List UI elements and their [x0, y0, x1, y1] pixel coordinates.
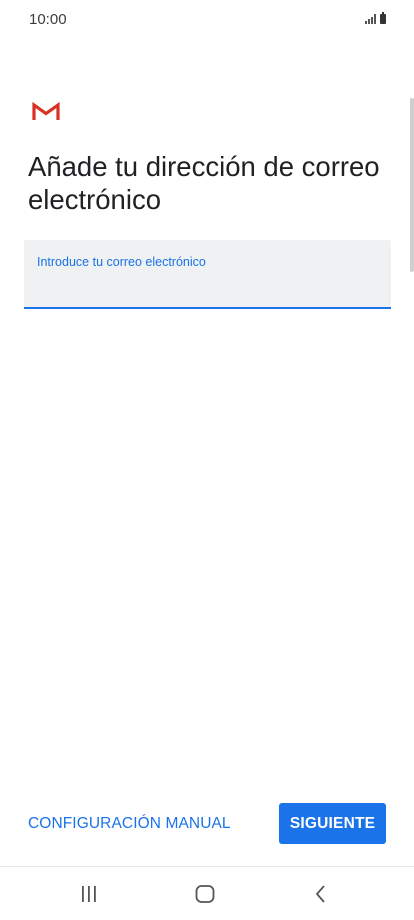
back-icon: [315, 884, 325, 903]
manual-config-button[interactable]: CONFIGURACIÓN MANUAL: [22, 806, 237, 842]
next-button[interactable]: SIGUIENTE: [279, 803, 386, 844]
status-bar: 10:00: [0, 0, 414, 40]
scroll-indicator: [410, 98, 414, 272]
email-input[interactable]: [36, 274, 376, 300]
home-icon: [195, 884, 215, 903]
signal-bars-icon: [365, 14, 376, 24]
back-button[interactable]: [281, 867, 361, 920]
recent-apps-icon: [82, 885, 96, 902]
home-button[interactable]: [165, 867, 245, 920]
battery-icon: [380, 12, 386, 24]
recent-apps-button[interactable]: [49, 867, 129, 920]
gmail-logo-icon: [32, 102, 60, 120]
navigation-bar: [0, 866, 414, 920]
email-field[interactable]: Introduce tu correo electrónico: [24, 240, 391, 309]
page-title: Añade tu dirección de correo electrónico: [28, 151, 380, 215]
status-icons: [365, 12, 386, 24]
email-field-label: Introduce tu correo electrónico: [37, 255, 206, 269]
status-time: 10:00: [29, 11, 67, 28]
